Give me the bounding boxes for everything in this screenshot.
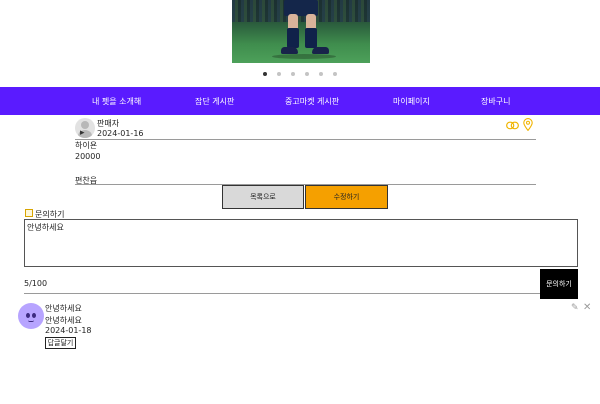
carousel-dot-3[interactable] [291, 72, 295, 76]
comment-date: 2024-01-18 [45, 326, 92, 335]
pencil-icon[interactable]: ✎ [571, 303, 579, 313]
nav-item-pet-intro[interactable]: 내 펫을 소개해 [92, 96, 141, 107]
nav-item-cart[interactable]: 장바구니 [481, 96, 510, 107]
comment-author: 안녕하세요 [45, 304, 82, 313]
commenter-avatar [18, 303, 44, 329]
post-price: 20000 [75, 152, 101, 161]
seller-name: 판매자 [97, 119, 120, 128]
nav-item-market[interactable]: 중고마켓 게시판 [285, 96, 339, 107]
nav-item-mypage[interactable]: 마이페이지 [393, 96, 430, 107]
link-icon[interactable] [506, 121, 519, 130]
main-nav: 내 펫을 소개해 잡단 게시판 중고마켓 게시판 마이페이지 장바구니 [0, 87, 600, 115]
edit-button[interactable]: 수정하기 [305, 185, 388, 209]
post-date: 2024-01-16 [97, 129, 144, 138]
seller-avatar [75, 118, 95, 138]
reply-button[interactable]: 답글달기 [45, 337, 76, 349]
post-title: 하이욘 [75, 141, 98, 150]
comment-text: 안녕하세요 [45, 316, 82, 325]
submit-inquiry-button[interactable]: 문의하기 [540, 269, 578, 299]
inquiry-char-count: 5/100 [24, 279, 48, 288]
carousel-dots [263, 72, 337, 76]
divider [24, 293, 540, 294]
carousel-dot-1[interactable] [263, 72, 267, 76]
inquiry-textarea[interactable]: 안녕하세요 [24, 219, 578, 267]
carousel-dot-6[interactable] [333, 72, 337, 76]
carousel-dot-4[interactable] [305, 72, 309, 76]
close-icon[interactable]: ✕ [583, 302, 591, 313]
location-pin-icon[interactable] [523, 118, 533, 131]
nav-item-board[interactable]: 잡단 게시판 [195, 96, 234, 107]
inquiry-icon [25, 209, 33, 217]
back-to-list-button[interactable]: 목록으로 [222, 185, 304, 209]
carousel-dot-5[interactable] [319, 72, 323, 76]
carousel-image [232, 0, 370, 63]
divider [75, 139, 536, 140]
carousel-dot-2[interactable] [277, 72, 281, 76]
mouse-cursor-icon: ▸ [80, 128, 85, 138]
